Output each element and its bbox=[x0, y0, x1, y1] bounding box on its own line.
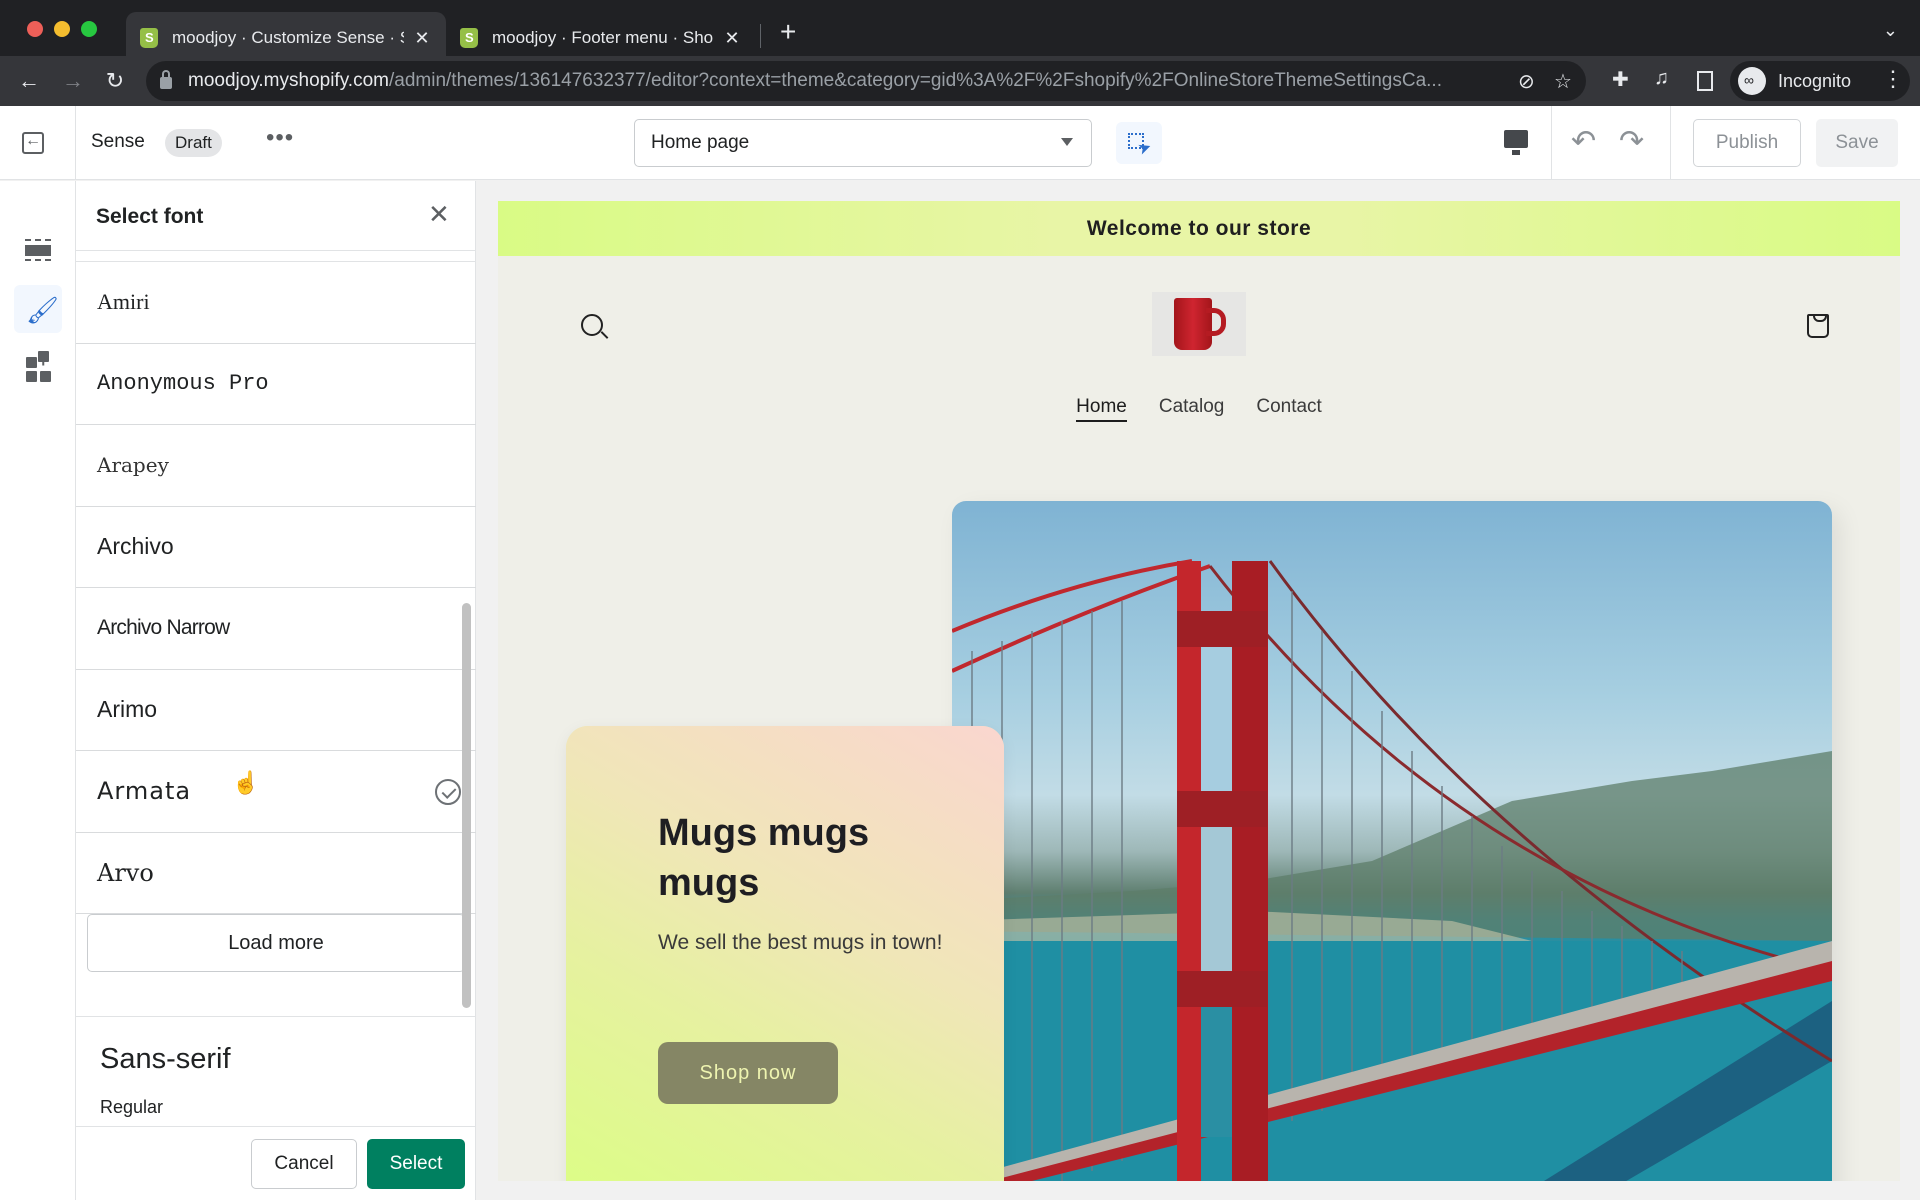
media-control-icon[interactable]: ♫ bbox=[1654, 67, 1669, 90]
divider bbox=[1551, 106, 1552, 180]
bookmark-star-icon[interactable]: ☆ bbox=[1554, 69, 1572, 94]
close-icon[interactable]: ✕ bbox=[428, 199, 450, 230]
nav-link-catalog[interactable]: Catalog bbox=[1159, 396, 1225, 422]
back-arrow-icon[interactable]: ← bbox=[14, 66, 44, 96]
exit-editor-icon[interactable] bbox=[22, 132, 44, 154]
divider bbox=[75, 106, 76, 180]
new-tab-button[interactable]: + bbox=[780, 18, 796, 46]
more-actions-button[interactable]: ••• bbox=[266, 124, 294, 152]
hero-image-golden-gate-bridge bbox=[952, 501, 1832, 1181]
cancel-button[interactable]: Cancel bbox=[251, 1139, 357, 1189]
font-option-arvo[interactable]: Arvo bbox=[76, 833, 476, 914]
eye-slash-icon[interactable]: ⊘ bbox=[1518, 69, 1535, 94]
select-button[interactable]: Select bbox=[367, 1139, 465, 1189]
tab-search-chevron-icon[interactable]: ⌄ bbox=[1883, 20, 1898, 41]
editor-sidebar-rail: 🖌 + bbox=[0, 181, 76, 1200]
tab-title: moodjoy · Customize Sense · S bbox=[172, 28, 404, 47]
undo-icon[interactable]: ↶ bbox=[1571, 124, 1596, 159]
forward-arrow-icon[interactable]: → bbox=[58, 66, 88, 96]
font-option-anonymous-pro[interactable]: Anonymous Pro bbox=[76, 344, 476, 425]
font-option-armata[interactable]: Armata bbox=[76, 751, 476, 833]
theme-name: Sense bbox=[91, 131, 145, 152]
theme-editor: Sense Draft ••• Home page ➤ ↶ ↷ Publish … bbox=[0, 106, 1920, 1200]
announcement-bar: Welcome to our store bbox=[498, 201, 1900, 256]
cursor-arrow-icon: ➤ bbox=[1135, 138, 1155, 159]
bridge-illustration bbox=[952, 559, 1832, 1181]
font-option-archivo[interactable]: Archivo bbox=[76, 507, 476, 588]
panel-footer: Cancel Select bbox=[76, 1126, 476, 1200]
shop-now-button[interactable]: Shop now bbox=[658, 1042, 838, 1104]
browser-tab-bar: moodjoy · Customize Sense · S ✕ moodjoy … bbox=[0, 0, 1920, 64]
shopify-favicon-icon bbox=[460, 28, 478, 48]
divider bbox=[1670, 106, 1671, 180]
font-preview: Sans-serif Regular bbox=[76, 1016, 476, 1126]
extensions-puzzle-icon[interactable]: ✚ bbox=[1612, 67, 1629, 92]
incognito-icon bbox=[1738, 67, 1766, 95]
panel-title: Select font bbox=[96, 205, 204, 228]
shopify-favicon-icon bbox=[140, 28, 158, 48]
tab-close-icon[interactable]: ✕ bbox=[412, 28, 432, 49]
panel-header: Select font ✕ bbox=[76, 181, 476, 251]
sidebar-item-sections[interactable] bbox=[14, 225, 62, 273]
page-selector-dropdown[interactable]: Home page bbox=[634, 119, 1092, 167]
font-option-label: Armata bbox=[97, 777, 192, 806]
hero-text-card: Mugs mugs mugs We sell the best mugs in … bbox=[566, 726, 1004, 1181]
window-zoom-button[interactable] bbox=[81, 21, 97, 37]
window-close-button[interactable] bbox=[27, 21, 43, 37]
save-button[interactable]: Save bbox=[1816, 119, 1898, 167]
font-option-archivo-narrow[interactable]: Archivo Narrow bbox=[76, 588, 476, 670]
font-list: Amiri Anonymous Pro Arapey Archivo Archi… bbox=[76, 261, 476, 996]
selected-check-icon bbox=[435, 779, 461, 805]
cart-bag-icon[interactable] bbox=[1807, 314, 1829, 338]
paint-brush-icon: 🖌 bbox=[26, 295, 60, 325]
font-option-arimo[interactable]: Arimo bbox=[76, 670, 476, 751]
url-host: moodjoy.myshopify.com bbox=[188, 70, 389, 91]
apps-add-icon: + bbox=[26, 351, 52, 383]
hand-pointer-cursor-icon: ☝ bbox=[232, 770, 260, 795]
reload-icon[interactable]: ↻ bbox=[100, 66, 130, 96]
nav-link-contact[interactable]: Contact bbox=[1256, 396, 1321, 422]
page-selector-value: Home page bbox=[651, 132, 750, 153]
search-icon[interactable] bbox=[581, 314, 603, 336]
storefront-preview: Welcome to our store Home Catalog Contac… bbox=[498, 201, 1900, 1181]
inspector-toggle-button[interactable]: ➤ bbox=[1116, 122, 1162, 164]
side-panel-icon[interactable] bbox=[1697, 71, 1713, 91]
font-option-amiri[interactable]: Amiri bbox=[76, 262, 476, 344]
redo-icon[interactable]: ↷ bbox=[1619, 124, 1644, 159]
store-header: Home Catalog Contact bbox=[498, 256, 1900, 446]
preview-font-name: Sans-serif bbox=[100, 1043, 231, 1075]
load-more-button[interactable]: Load more bbox=[87, 914, 465, 972]
editor-top-bar: Sense Draft ••• Home page ➤ ↶ ↷ Publish … bbox=[0, 106, 1920, 180]
browser-toolbar: ← → ↻ moodjoy.myshopify.com /admin/theme… bbox=[0, 56, 1920, 106]
incognito-label: Incognito bbox=[1778, 70, 1852, 91]
sidebar-item-theme-settings[interactable]: 🖌 bbox=[14, 285, 62, 333]
desktop-preview-icon[interactable] bbox=[1504, 130, 1528, 155]
font-picker-panel: Select font ✕ Amiri Anonymous Pro Arapey… bbox=[76, 181, 476, 1200]
status-badge: Draft bbox=[165, 129, 222, 157]
tab-close-icon[interactable]: ✕ bbox=[722, 28, 742, 49]
browser-menu-kebab-icon[interactable]: ⋮ bbox=[1882, 66, 1904, 92]
hero-subtext: We sell the best mugs in town! bbox=[658, 931, 943, 954]
store-logo-mug[interactable] bbox=[1152, 292, 1246, 356]
publish-button[interactable]: Publish bbox=[1693, 119, 1801, 167]
preview-font-weight: Regular bbox=[100, 1097, 164, 1117]
tab-divider bbox=[760, 24, 761, 48]
window-minimize-button[interactable] bbox=[54, 21, 70, 37]
tab-title: moodjoy · Footer menu · Shopi bbox=[492, 28, 714, 47]
nav-link-home[interactable]: Home bbox=[1076, 396, 1127, 422]
load-more-wrapper: Load more bbox=[76, 914, 476, 996]
caret-down-icon bbox=[1061, 138, 1073, 146]
sidebar-item-app-embeds[interactable]: + bbox=[14, 345, 62, 393]
mug-handle bbox=[1206, 308, 1226, 336]
font-list-scrollbar[interactable] bbox=[462, 603, 471, 1008]
sections-icon bbox=[25, 239, 51, 261]
font-option-arapey[interactable]: Arapey bbox=[76, 425, 476, 507]
store-navigation: Home Catalog Contact bbox=[498, 396, 1900, 422]
lock-icon bbox=[160, 70, 172, 89]
hero-heading: Mugs mugs mugs bbox=[658, 812, 870, 904]
url-bar[interactable]: moodjoy.myshopify.com /admin/themes/1361… bbox=[146, 61, 1586, 101]
url-path: /admin/themes/136147632377/editor?contex… bbox=[388, 70, 1442, 91]
